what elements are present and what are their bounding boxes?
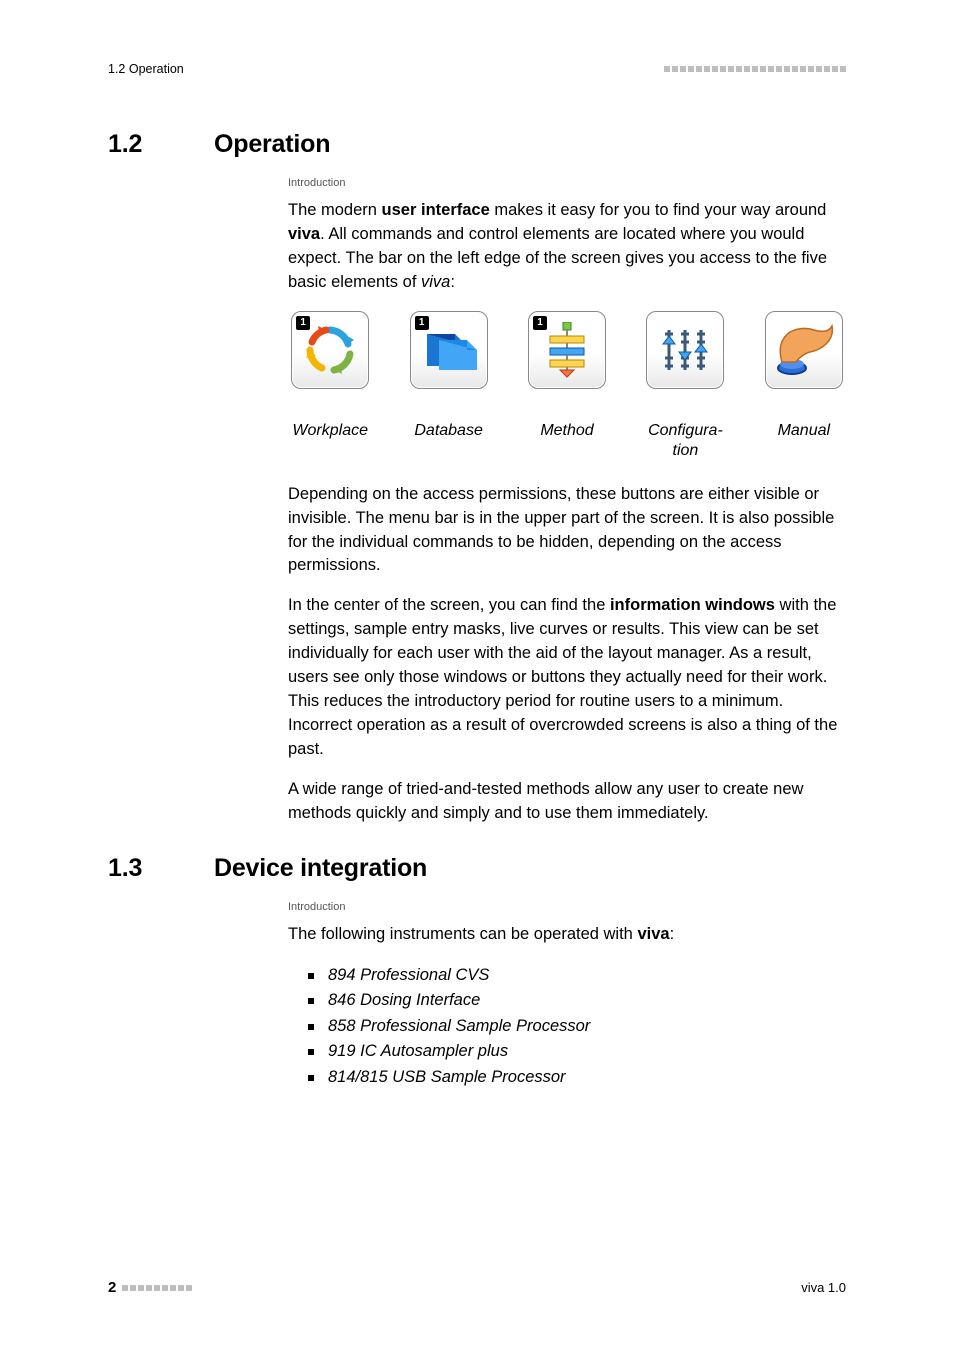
section-number: 1.2 (108, 130, 214, 159)
icon-cell-configuration: Configura- tion (643, 311, 727, 461)
page-root: 1.2 Operation 1.2 Operation Introduction… (0, 0, 954, 1350)
page-number: 2 (108, 1279, 116, 1296)
section-heading-1-3: 1.3 Device integration (108, 854, 846, 883)
badge-1-icon: 1 (415, 316, 429, 330)
icon-label-configuration: Configura- tion (648, 421, 723, 461)
icon-label-workplace: Workplace (292, 421, 368, 441)
section-heading-1-2: 1.2 Operation (108, 130, 846, 159)
footer-right: viva 1.0 (801, 1280, 846, 1295)
icon-cell-workplace: 1 Workplace (288, 311, 372, 461)
bullet-icon (308, 1075, 314, 1081)
list-item: 814/815 USB Sample Processor (308, 1065, 846, 1091)
icon-label-manual: Manual (778, 421, 830, 441)
icon-cell-method: 1 Method (525, 311, 609, 461)
workplace-icon: 1 (291, 311, 369, 389)
instrument-list: 894 Professional CVS 846 Dosing Interfac… (308, 963, 846, 1091)
list-item: 894 Professional CVS (308, 963, 846, 989)
list-item: 919 IC Autosampler plus (308, 1039, 846, 1065)
badge-1-icon: 1 (296, 316, 310, 330)
list-item: 858 Professional Sample Processor (308, 1014, 846, 1040)
running-footer: 2 viva 1.0 (108, 1279, 846, 1296)
intro-label: Introduction (288, 177, 846, 189)
section-title: Device integration (214, 854, 427, 883)
paragraph-1-2-infowindows: In the center of the screen, you can fin… (288, 594, 846, 761)
method-icon: 1 (528, 311, 606, 389)
header-left-text: 1.2 Operation (108, 62, 184, 76)
header-decoration (664, 66, 846, 72)
paragraph-1-2-intro: The modern user interface makes it easy … (288, 199, 846, 295)
list-item: 846 Dosing Interface (308, 988, 846, 1014)
bullet-icon (308, 998, 314, 1004)
bullet-icon (308, 1024, 314, 1030)
badge-1-icon: 1 (533, 316, 547, 330)
running-header: 1.2 Operation (108, 62, 846, 76)
bullet-icon (308, 1049, 314, 1055)
icon-grid: 1 Workplace 1 (288, 311, 846, 461)
intro-label: Introduction (288, 901, 846, 913)
configuration-icon (646, 311, 724, 389)
bullet-icon (308, 973, 314, 979)
database-icon: 1 (410, 311, 488, 389)
icon-cell-database: 1 Database (406, 311, 490, 461)
section-title: Operation (214, 130, 330, 159)
footer-left: 2 (108, 1279, 192, 1296)
paragraph-1-2-permissions: Depending on the access permissions, the… (288, 483, 846, 579)
paragraph-1-2-methods: A wide range of tried-and-tested methods… (288, 778, 846, 826)
paragraph-1-3-intro: The following instruments can be operate… (288, 923, 846, 947)
icon-cell-manual: Manual (762, 311, 846, 461)
icon-label-database: Database (414, 421, 483, 441)
icon-label-method: Method (540, 421, 593, 441)
footer-decoration (122, 1285, 192, 1291)
section-number: 1.3 (108, 854, 214, 883)
manual-icon (765, 311, 843, 389)
